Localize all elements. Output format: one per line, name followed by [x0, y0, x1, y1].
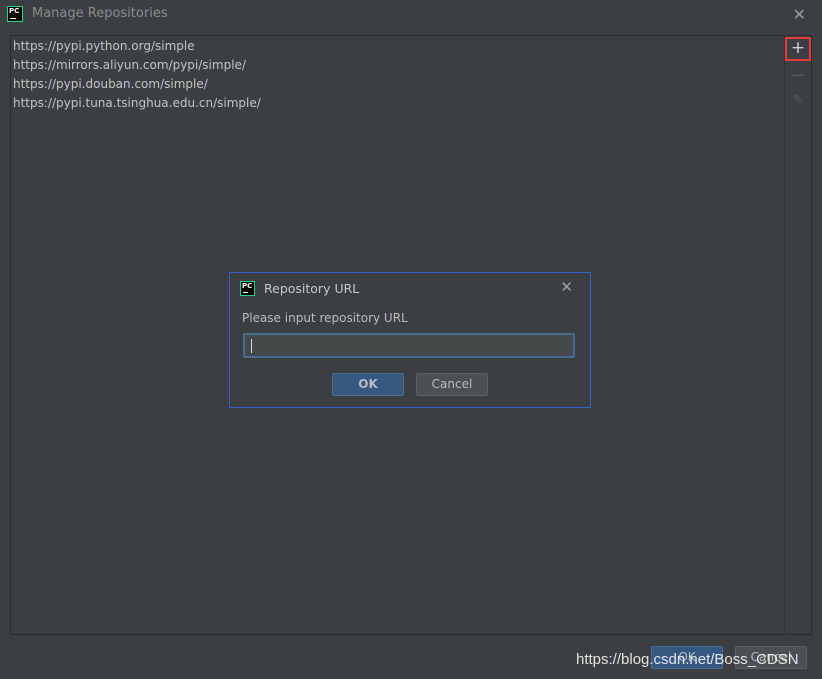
pycharm-logo-bar — [10, 18, 16, 19]
window-close-icon[interactable]: ✕ — [793, 5, 806, 24]
watermark: https://blog.csdn.net/Boss_CDSN — [576, 651, 799, 668]
repository-toolbar: + − ✎ — [784, 35, 812, 635]
dialog-ok-button[interactable]: OK — [332, 373, 404, 396]
edit-repository-icon[interactable]: ✎ — [785, 89, 811, 113]
dialog-logo-bar — [243, 292, 248, 293]
repository-item[interactable]: https://pypi.python.org/simple — [13, 37, 195, 56]
dialog-logo-text: PC — [242, 282, 253, 290]
dialog-title: Repository URL — [264, 281, 360, 296]
pycharm-logo-icon: PC — [7, 6, 23, 22]
repository-item[interactable]: https://mirrors.aliyun.com/pypi/simple/ — [13, 56, 246, 75]
dialog-cancel-button[interactable]: Cancel — [416, 373, 488, 396]
window-titlebar: PC Manage Repositories ✕ — [0, 0, 822, 28]
remove-repository-icon[interactable]: − — [785, 64, 811, 88]
pycharm-logo-text: PC — [9, 7, 20, 15]
dialog-close-icon[interactable]: ✕ — [560, 278, 573, 296]
dialog-pycharm-logo-icon: PC — [240, 281, 255, 296]
add-repository-icon[interactable]: + — [785, 37, 811, 61]
url-prompt-label: Please input repository URL — [242, 311, 408, 325]
repository-url-dialog: PC Repository URL ✕ Please input reposit… — [229, 272, 591, 408]
text-caret — [251, 339, 252, 353]
window-title: Manage Repositories — [32, 6, 168, 21]
repository-item[interactable]: https://pypi.douban.com/simple/ — [13, 75, 208, 94]
repository-url-input[interactable] — [243, 333, 575, 358]
repository-item[interactable]: https://pypi.tuna.tsinghua.edu.cn/simple… — [13, 94, 261, 113]
